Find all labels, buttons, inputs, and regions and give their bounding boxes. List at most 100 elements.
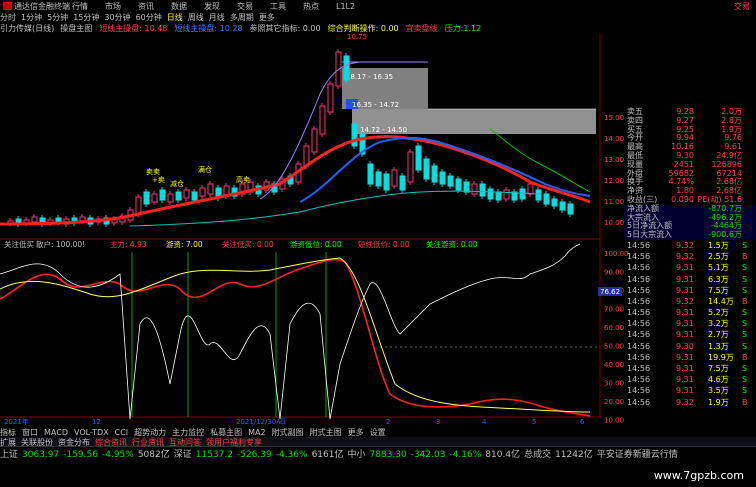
indicator-tab[interactable]: 私募主图: [210, 428, 242, 437]
osc-tick-label: 20.00: [604, 398, 624, 406]
menu-item[interactable]: 工具: [270, 2, 286, 11]
candle-body: [327, 83, 334, 113]
menu-item[interactable]: 数据: [171, 2, 187, 11]
date-label: 5: [532, 418, 536, 426]
menu-item[interactable]: 市场: [105, 2, 121, 11]
osc-tick-label: 50.00: [604, 343, 624, 351]
indicator-tab[interactable]: 附式副图: [272, 428, 304, 437]
period-tab[interactable]: 1分钟: [21, 13, 42, 22]
extension-tab[interactable]: 关联股份: [21, 438, 53, 446]
tick-side: S: [742, 240, 748, 250]
osc-title-item: 游资: 7.00: [166, 239, 203, 249]
tick-volume: 1.3万: [708, 341, 729, 351]
candle-body: [159, 189, 166, 201]
tick-volume: 3.2万: [708, 319, 729, 329]
indicator-tab[interactable]: 更多: [348, 428, 364, 437]
candle-body: [375, 171, 382, 187]
tick-row: 14:56 9.30 1.3万 S: [624, 341, 756, 352]
menu-item[interactable]: 发现: [204, 2, 220, 11]
price-tick-label: 14.00: [604, 135, 624, 143]
candle-body: [487, 188, 494, 200]
candle-body: [391, 169, 398, 187]
tick-volume: 7.5万: [708, 364, 729, 374]
indicator-tab[interactable]: CCI: [115, 428, 129, 437]
extension-tab[interactable]: 行业资讯: [132, 438, 164, 446]
candle-body: [503, 189, 510, 200]
tick-row: 14:56 9.31 3.2万 S: [624, 318, 756, 329]
quote-key: 5日大宗流入: [627, 230, 673, 240]
period-tab[interactable]: 60分钟: [136, 13, 162, 22]
period-tab[interactable]: 分时: [0, 13, 16, 22]
tick-side: S: [742, 263, 748, 273]
extension-tabs: 扩展 关联股份 资金分布 综合资讯 行业资讯 互动问答 领用户福利专享: [0, 437, 756, 446]
osc-title-item: 关注低买: 0.00: [222, 239, 274, 249]
period-tab[interactable]: 30分钟: [104, 13, 130, 22]
extension-tab[interactable]: 综合资讯: [95, 438, 127, 446]
tick-price: 9.31: [676, 274, 694, 284]
indicator-tab[interactable]: 超势动力: [134, 428, 166, 437]
signal-label: +卖: [152, 176, 165, 184]
indicator-tab[interactable]: 附式主图: [310, 428, 342, 437]
date-label: 3: [436, 418, 440, 426]
candle-body: [31, 216, 38, 223]
candle-body: [167, 193, 174, 203]
status-item: -526.39: [236, 450, 272, 460]
price-tick-label: 13.00: [604, 156, 624, 164]
period-tab[interactable]: 月线: [209, 13, 225, 22]
status-item: 总成交: [524, 450, 552, 460]
period-tab[interactable]: 周线: [188, 13, 204, 22]
osc-title-item: 短线低价: 0.00: [358, 239, 410, 249]
tick-price: 9.32: [676, 296, 694, 306]
candle-body: [551, 198, 558, 207]
candle-body: [519, 188, 526, 200]
period-tab[interactable]: 5分钟: [47, 13, 68, 22]
indicator-tab[interactable]: MA2: [248, 428, 265, 437]
extension-tab[interactable]: 资金分布: [58, 438, 90, 446]
indicator-value: 综合判断操作: 0.00: [327, 24, 399, 33]
tick-volume: 2.5万: [708, 252, 729, 262]
period-tab[interactable]: 15分钟: [73, 13, 99, 22]
tick-time: 14:56: [627, 308, 651, 318]
status-item: 810.4亿: [485, 450, 521, 460]
indicator-tab[interactable]: VOL-TDX: [74, 428, 109, 437]
tick-price: 9.31: [676, 352, 694, 362]
candle-body: [367, 163, 374, 185]
tick-volume: 14.4万: [708, 296, 734, 306]
status-item: -342.03: [410, 450, 446, 460]
tick-time: 14:56: [627, 375, 651, 385]
menu-item[interactable]: 交易: [237, 2, 253, 11]
indicator-tab[interactable]: 设置: [370, 428, 386, 437]
extension-tab[interactable]: 扩展: [0, 438, 16, 446]
period-tab[interactable]: 日线: [167, 13, 183, 22]
tick-row: 14:56 9.31 7.5万 S: [624, 363, 756, 374]
period-tab[interactable]: 多周期: [230, 13, 254, 22]
menu-item[interactable]: 资讯: [138, 2, 154, 11]
indicator-value: 短线主操盘: 10.48: [99, 24, 168, 33]
stock-name: 引力传媒(日线): [0, 24, 55, 33]
extension-tab[interactable]: 互动问答: [169, 438, 201, 446]
osc-tick-label: 60.00: [604, 324, 624, 332]
tick-row: 14:56 9.31 2.7万 S: [624, 329, 756, 340]
status-item: 6161亿: [311, 450, 344, 460]
status-item: -4.36%: [275, 450, 308, 460]
indicator-tab[interactable]: 主力监控: [172, 428, 204, 437]
indicator-tab[interactable]: 窗口: [22, 428, 38, 437]
candle-body: [183, 189, 190, 199]
menu-item[interactable]: 行情: [72, 2, 88, 11]
indicator-tab[interactable]: MACD: [44, 428, 68, 437]
tick-row: 14:56 9.31 3.5万 S: [624, 385, 756, 396]
indicator-tab[interactable]: 指标: [0, 428, 16, 437]
candle-body: [143, 191, 150, 205]
status-item: 11537.2: [195, 450, 233, 460]
tick-price: 9.32: [676, 240, 694, 250]
candle-body: [535, 189, 542, 201]
period-tab[interactable]: 更多: [259, 13, 275, 22]
trade-menu[interactable]: 交易: [734, 1, 750, 12]
menu-item[interactable]: L1L2: [336, 2, 355, 11]
tick-price: 9.31: [676, 386, 694, 396]
menu-item[interactable]: 热点: [303, 2, 319, 11]
range-label: 16.35 - 14.72: [352, 101, 399, 109]
extension-tab[interactable]: 领用户福利专享: [206, 438, 262, 446]
osc-title-item: 关注低买: [4, 239, 34, 249]
candle-body: [559, 201, 566, 211]
